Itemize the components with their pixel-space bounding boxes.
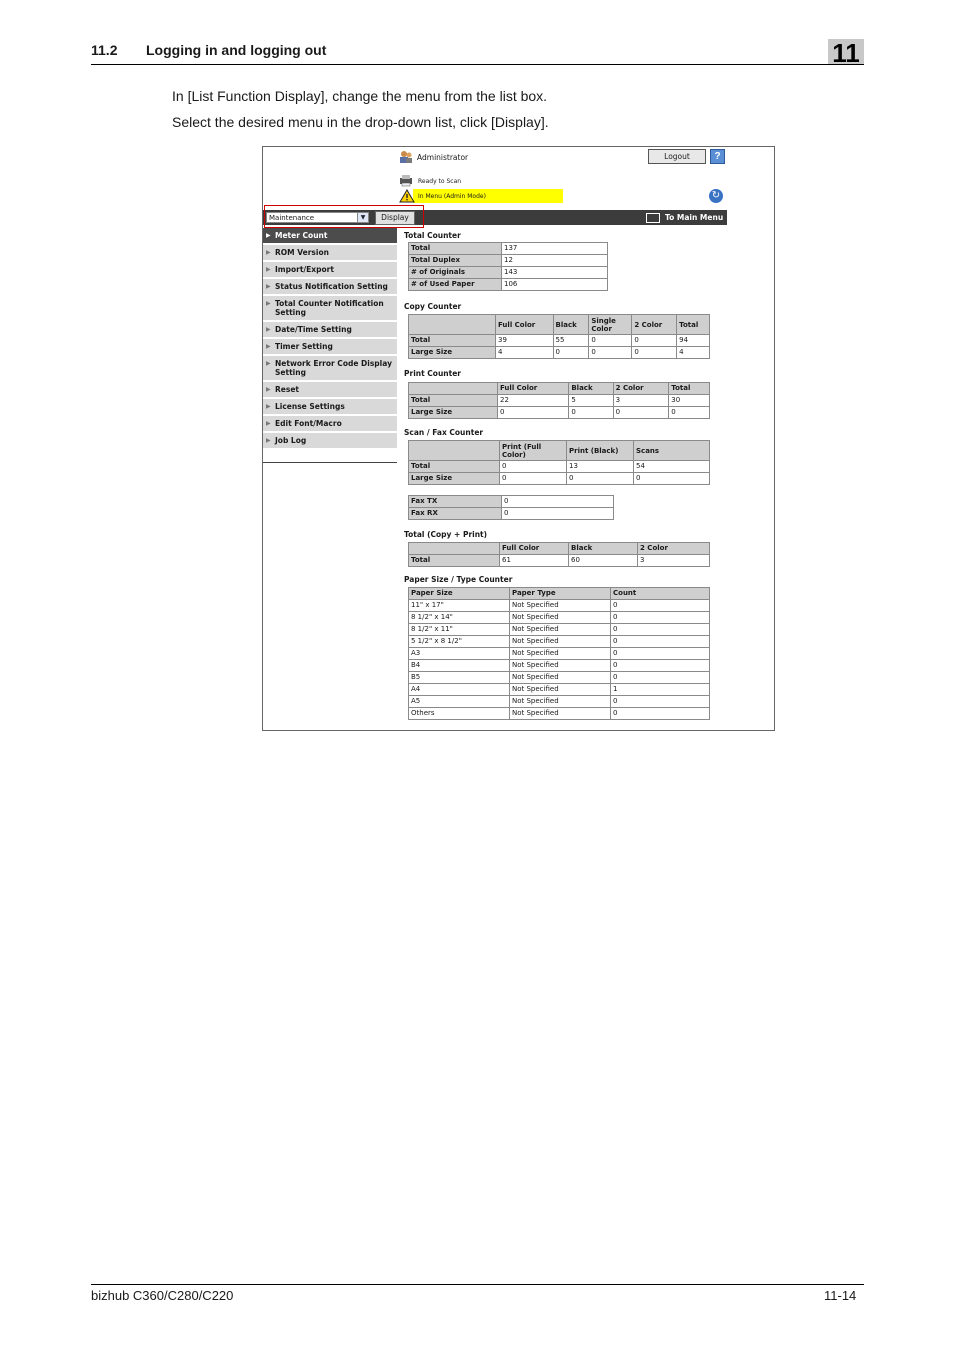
table-row: Total 137 (408, 242, 608, 255)
table-row: 8 1/2" x 14" Not Specified 0 (408, 611, 710, 624)
triangle-icon: ▶ (266, 283, 271, 290)
table-row: Fax TX 0 (408, 495, 614, 508)
footer-page-number: 11-14 (824, 1288, 857, 1303)
table-row: A5 Not Specified 0 (408, 695, 710, 708)
menu-divider (263, 462, 397, 463)
table-row: Fax RX 0 (408, 507, 614, 520)
header-rule (91, 64, 864, 65)
table-row: Large Size 4 0 0 0 4 (408, 346, 710, 359)
table-row: Total 61 60 3 (408, 554, 710, 567)
triangle-icon: ▶ (266, 249, 271, 256)
table-row: Total Duplex 12 (408, 254, 608, 267)
triangle-icon: ▶ (266, 300, 271, 307)
table-row: Large Size 0 0 0 0 (408, 406, 710, 419)
main-menu-icon (646, 213, 660, 223)
table-row: 5 1/2" x 8 1/2" Not Specified 0 (408, 635, 710, 648)
user-name: Administrator (417, 153, 469, 162)
triangle-icon: ▶ (266, 232, 271, 239)
section-number: 11.2 (91, 42, 118, 58)
print-counter-title: Print Counter (404, 369, 462, 378)
menu-item-meter-count[interactable]: ▶ Meter Count (263, 228, 397, 245)
menu-item-import-export[interactable]: ▶ Import/Export (263, 262, 397, 279)
chapter-badge: 11 (828, 39, 864, 67)
fax-counter-table: Fax TX 0 Fax RX 0 (408, 495, 614, 520)
table-header-row: Paper Size Paper Type Count (408, 587, 710, 600)
menu-item-reset[interactable]: ▶ Reset (263, 382, 397, 399)
maintenance-menu: ▶ Meter Count ▶ ROM Version ▶ Import/Export… (263, 228, 397, 450)
menu-item-job-log[interactable]: ▶ Job Log (263, 433, 397, 450)
total-counter-table: Total 137 Total Duplex 12 # of Originals 14… (408, 242, 608, 291)
refresh-icon[interactable]: ↻ (709, 189, 723, 203)
printer-status-icon (399, 174, 412, 187)
menu-item-date-time[interactable]: ▶ Date/Time Setting (263, 322, 397, 339)
triangle-icon: ▶ (266, 343, 271, 350)
triangle-icon: ▶ (266, 266, 271, 273)
menu-item-total-counter-notification[interactable]: ▶ Total Counter Notification Setting (263, 296, 397, 322)
table-row: Large Size 0 0 0 (408, 472, 710, 485)
logout-button[interactable]: Logout (648, 149, 706, 164)
web-connection-screenshot: Administrator Logout ? Ready to Scan In … (262, 146, 775, 731)
table-row: Total 22 5 3 30 (408, 394, 710, 407)
table-row: A4 Not Specified 1 (408, 683, 710, 696)
triangle-icon: ▶ (266, 420, 271, 427)
copy-counter-table: Full Color Black Single Color 2 Color Total … (408, 314, 710, 359)
footer-product: bizhub C360/C280/C220 (91, 1288, 234, 1303)
table-header-row: Print (Full Color) Print (Black) Scans (408, 440, 710, 461)
table-row: Others Not Specified 0 (408, 707, 710, 720)
triangle-icon: ▶ (266, 437, 271, 444)
table-row: 11" x 17" Not Specified 0 (408, 599, 710, 612)
table-row: # of Used Paper 106 (408, 278, 608, 291)
table-header-row: Full Color Black 2 Color (408, 542, 710, 555)
table-row: B4 Not Specified 0 (408, 659, 710, 672)
section-title: Logging in and logging out (146, 42, 327, 58)
table-row: 8 1/2" x 11" Not Specified 0 (408, 623, 710, 636)
table-row: # of Originals 143 (408, 266, 608, 279)
to-main-menu-label: To Main Menu (665, 213, 724, 222)
highlight-box (264, 205, 424, 228)
instruction-line-2: Select the desired menu in the drop-down… (172, 114, 549, 130)
instruction-line-1: In [List Function Display], change the m… (172, 88, 548, 104)
table-header-row: Full Color Black Single Color 2 Color Total (408, 314, 710, 335)
table-row: B5 Not Specified 0 (408, 671, 710, 684)
triangle-icon: ▶ (266, 386, 271, 393)
triangle-icon: ▶ (266, 403, 271, 410)
paper-counter-title: Paper Size / Type Counter (404, 575, 513, 584)
table-row: Total 39 55 0 0 94 (408, 334, 710, 347)
print-counter-table: Full Color Black 2 Color Total Total 22 5 3 30 … (408, 382, 710, 419)
menu-item-timer[interactable]: ▶ Timer Setting (263, 339, 397, 356)
scan-fax-counter-title: Scan / Fax Counter (404, 428, 484, 437)
menu-item-rom-version[interactable]: ▶ ROM Version (263, 245, 397, 262)
table-row: Total 0 13 54 (408, 460, 710, 473)
menu-item-license-settings[interactable]: ▶ License Settings (263, 399, 397, 416)
total-counter-title: Total Counter (404, 231, 461, 240)
mode-status: In Menu (Admin Mode) (418, 193, 486, 200)
to-main-menu-link[interactable]: To Main Menu (646, 211, 723, 224)
menu-item-network-error-code[interactable]: ▶ Network Error Code Display Setting (263, 356, 397, 382)
machine-status: Ready to Scan (418, 178, 462, 185)
administrator-icon (399, 150, 412, 163)
copy-counter-title: Copy Counter (404, 302, 462, 311)
table-header-row: Full Color Black 2 Color Total (408, 382, 710, 395)
paper-counter-table: Paper Size Paper Type Count 11" x 17" Not S… (408, 587, 710, 720)
menu-item-status-notification[interactable]: ▶ Status Notification Setting (263, 279, 397, 296)
triangle-icon: ▶ (266, 360, 271, 367)
warning-icon (399, 189, 415, 203)
menu-item-edit-font-macro[interactable]: ▶ Edit Font/Macro (263, 416, 397, 433)
table-row: A3 Not Specified 0 (408, 647, 710, 660)
total-copy-print-table: Full Color Black 2 Color Total 61 60 3 (408, 542, 710, 567)
triangle-icon: ▶ (266, 326, 271, 333)
help-icon[interactable]: ? (710, 149, 725, 164)
scan-fax-counter-table: Print (Full Color) Print (Black) Scans Tot… (408, 440, 710, 485)
footer-rule (91, 1284, 864, 1285)
total-copy-print-title: Total (Copy + Print) (404, 530, 488, 539)
